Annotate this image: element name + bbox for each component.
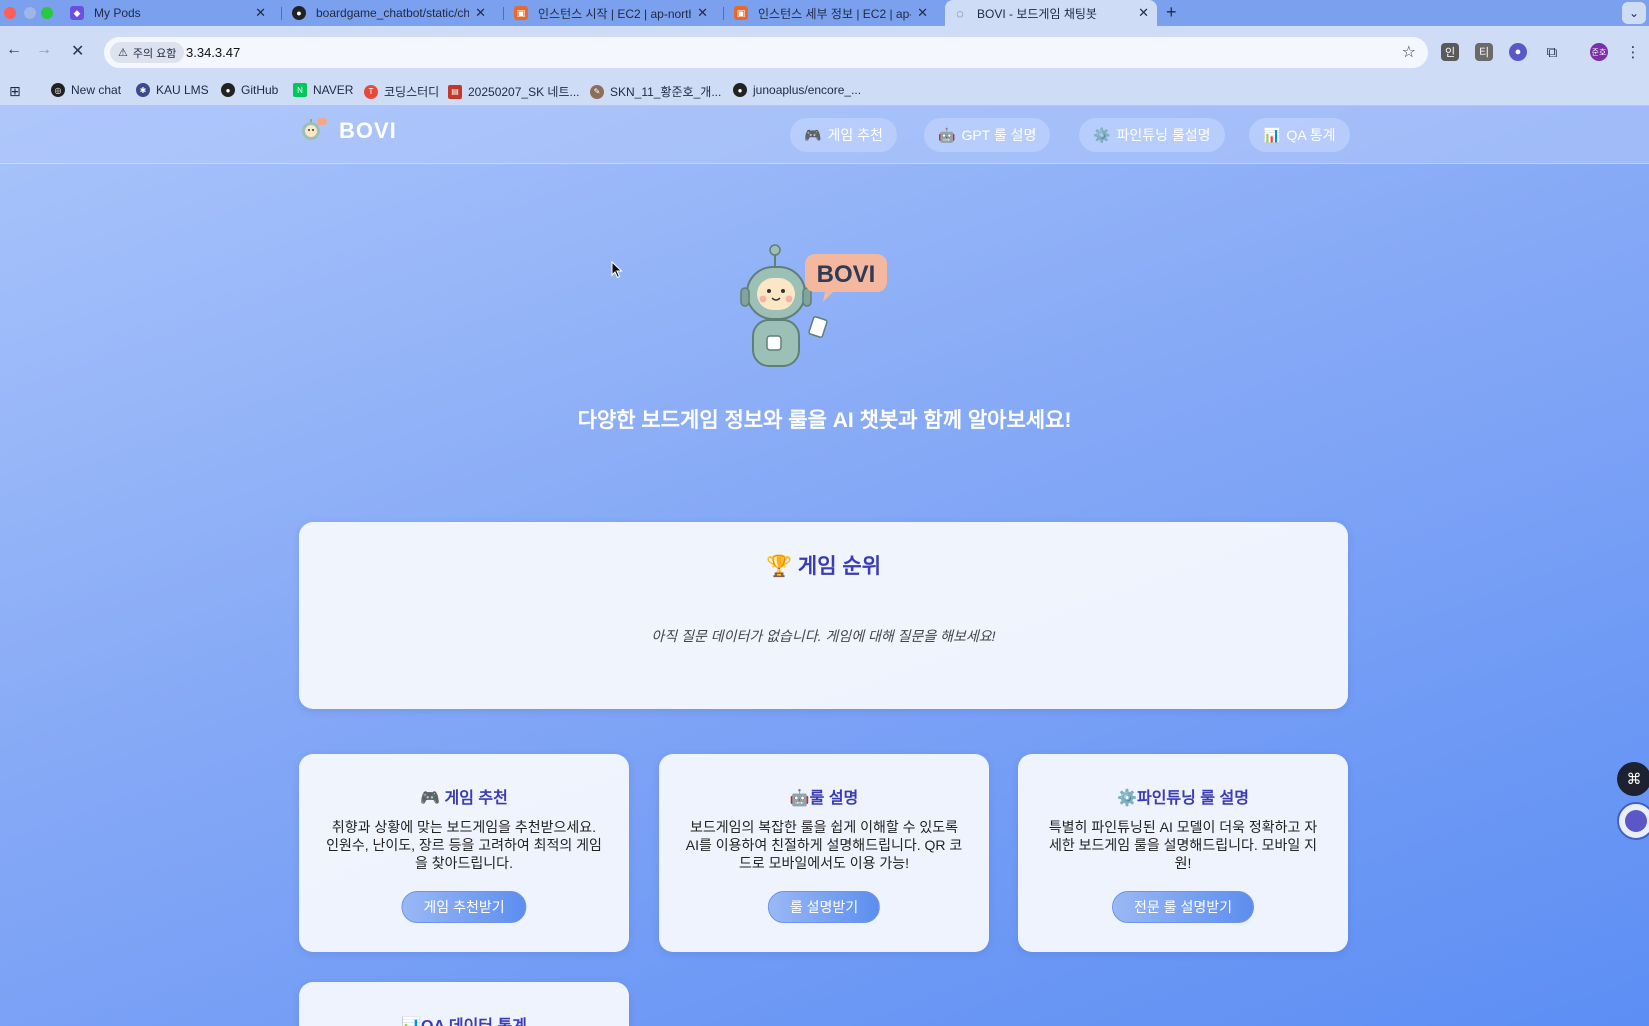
feature-description: 보드게임의 복잡한 룰을 쉽게 이해할 수 있도록 AI를 이용하여 친절하게 … bbox=[685, 819, 963, 871]
aws-icon: ▣ bbox=[514, 6, 528, 20]
nav-gpt-rules[interactable]: 🤖 GPT 룰 설명 bbox=[924, 118, 1051, 152]
address-bar[interactable]: ⚠ 주의 요함 3.34.3.47 ☆ bbox=[104, 37, 1428, 68]
close-window-button[interactable] bbox=[4, 7, 16, 19]
nav-qa-stats[interactable]: 📊 QA 통계 bbox=[1249, 118, 1350, 152]
feature-title: 🎮 게임 추천 bbox=[420, 790, 508, 807]
study-icon: T bbox=[364, 84, 378, 99]
assistant-chat-icon[interactable] bbox=[1617, 802, 1649, 840]
bookmark-item[interactable]: ✱ KAU LMS bbox=[136, 83, 209, 97]
feature-title: ⚙️파인튜닝 룰 설명 bbox=[1117, 790, 1249, 807]
svg-text:BOVI: BOVI bbox=[817, 261, 876, 288]
feature-card-finetuned: ⚙️파인튜닝 룰 설명 특별히 파인튜닝된 AI 모델이 더욱 정확하고 자세한… bbox=[1018, 754, 1348, 952]
browser-tab[interactable]: ▣ 인스턴스 시작 | EC2 | ap-northe ✕ bbox=[506, 0, 716, 26]
brand-name: BOVI bbox=[339, 118, 397, 143]
feature-card-recommend: 🎮 게임 추천 취향과 상황에 맞는 보드게임을 추천받으세요. 인원수, 난이… bbox=[299, 754, 629, 952]
extensions-puzzle-icon[interactable]: ⧉ bbox=[1543, 43, 1561, 61]
menu-kebab-icon[interactable]: ⋮ bbox=[1624, 43, 1642, 61]
security-label: 주의 요함 bbox=[132, 47, 177, 60]
robot-icon: 🤖 bbox=[938, 126, 956, 143]
nav-game-recommend[interactable]: 🎮 게임 추천 bbox=[790, 118, 897, 152]
mouse-cursor-icon bbox=[611, 261, 623, 279]
security-warning-chip[interactable]: ⚠ 주의 요함 bbox=[110, 42, 185, 63]
browser-tab[interactable]: ● boardgame_chatbot/static/ch ✕ bbox=[284, 0, 494, 26]
feature-description: 특별히 파인튜닝된 AI 모델이 더욱 정확하고 자세한 보드게임 룰을 설명해… bbox=[1048, 819, 1318, 871]
bovi-mascot-illustration: BOVI bbox=[740, 244, 887, 367]
tab-title: BOVI - 보드게임 채팅봇 bbox=[977, 6, 1097, 21]
close-tab-icon[interactable]: ✕ bbox=[475, 5, 486, 21]
ranking-title: 🏆 게임 순위 bbox=[765, 555, 882, 578]
bookmark-item[interactable]: ● junoaplus/encore_... bbox=[733, 83, 861, 97]
assistant-extension-icon[interactable]: ● bbox=[1509, 43, 1527, 61]
bookmarks-bar: ⊞ ◎ New chat ✱ KAU LMS ● GitHub N NAVER … bbox=[0, 78, 1649, 106]
cube-icon: ◆ bbox=[70, 6, 84, 20]
bookmark-star-icon[interactable]: ☆ bbox=[1402, 42, 1416, 62]
qa-card-title: 📊QA 데이터 통계 bbox=[299, 1012, 629, 1026]
stop-loading-icon[interactable]: ✕ bbox=[71, 41, 84, 61]
maximize-window-button[interactable] bbox=[41, 7, 53, 19]
bookmark-item[interactable]: ● GitHub bbox=[221, 83, 278, 97]
browser-tab-bar: ◆ My Pods ✕ ● boardgame_chatbot/static/c… bbox=[0, 0, 1649, 26]
naver-icon: N bbox=[293, 83, 307, 97]
notion-icon: ✎ bbox=[590, 84, 604, 99]
page-viewport: BOVI 🎮 게임 추천 🤖 GPT 룰 설명 ⚙️ 파인튜닝 룰설명 📊 QA… bbox=[0, 106, 1649, 1026]
browser-tab[interactable]: ▣ 인스턴스 세부 정보 | EC2 | ap-no ✕ bbox=[726, 0, 936, 26]
feature-card-rules: 🤖룰 설명 보드게임의 복잡한 룰을 쉽게 이해할 수 있도록 AI를 이용하여… bbox=[659, 754, 989, 952]
bookmark-item[interactable]: T 코딩스터디 bbox=[364, 83, 439, 100]
tab-search-icon[interactable]: ⌄ bbox=[1622, 2, 1646, 24]
close-tab-icon[interactable]: ✕ bbox=[697, 5, 708, 21]
close-tab-icon[interactable]: ✕ bbox=[1138, 5, 1149, 21]
get-expert-rules-button[interactable]: 전문 룰 설명받기 bbox=[1112, 891, 1254, 923]
feature-title: 🤖룰 설명 bbox=[789, 790, 859, 807]
tab-title: My Pods bbox=[94, 6, 141, 20]
profile-avatar[interactable]: 준호 bbox=[1590, 43, 1608, 61]
back-arrow-icon[interactable]: ← bbox=[6, 41, 22, 59]
site-header: BOVI 🎮 게임 추천 🤖 GPT 룰 설명 ⚙️ 파인튜닝 룰설명 📊 QA… bbox=[0, 106, 1649, 164]
bookmark-item[interactable]: ✎ SKN_11_황준호_개... bbox=[590, 83, 721, 100]
qa-stats-card: 📊QA 데이터 통계 bbox=[299, 982, 629, 1026]
extension-icon[interactable]: 인 bbox=[1441, 43, 1459, 61]
gear-icon: ⚙️ bbox=[1093, 126, 1111, 143]
openai-icon: ◎ bbox=[51, 83, 65, 97]
robot-logo-icon bbox=[302, 118, 327, 140]
apps-grid-icon[interactable]: ⊞ bbox=[9, 83, 21, 100]
bookmark-item[interactable]: ◎ New chat bbox=[51, 83, 121, 97]
forward-arrow-icon[interactable]: → bbox=[36, 41, 52, 59]
browser-tab-active[interactable]: ◌ BOVI - 보드게임 채팅봇 ✕ bbox=[945, 0, 1157, 26]
get-recommendation-button[interactable]: 게임 추천받기 bbox=[401, 891, 527, 923]
bookmark-item[interactable]: N NAVER bbox=[293, 83, 353, 97]
close-tab-icon[interactable]: ✕ bbox=[917, 5, 928, 21]
browser-tab[interactable]: ◆ My Pods ✕ bbox=[62, 0, 274, 26]
tab-title: boardgame_chatbot/static/ch bbox=[316, 6, 470, 20]
shortcut-menu-icon[interactable]: ⌘ bbox=[1617, 762, 1649, 796]
get-rules-button[interactable]: 룰 설명받기 bbox=[767, 891, 881, 923]
loading-icon: ◌ bbox=[956, 5, 964, 21]
hero-tagline: 다양한 보드게임 정보와 룰을 AI 챗봇과 함께 알아보세요! bbox=[577, 409, 1072, 432]
browser-toolbar: ← → ✕ ⚠ 주의 요함 3.34.3.47 ☆ 인 티 ● ⧉ 준호 ⋮ bbox=[0, 26, 1649, 78]
github-icon: ● bbox=[733, 83, 747, 97]
extension-icon[interactable]: 티 bbox=[1475, 43, 1493, 61]
doc-icon: ▤ bbox=[448, 84, 462, 99]
kau-icon: ✱ bbox=[136, 83, 150, 97]
bookmark-item[interactable]: ▤ 20250207_SK 네트... bbox=[448, 83, 580, 100]
github-icon: ● bbox=[292, 6, 306, 20]
github-icon: ● bbox=[221, 83, 235, 97]
warning-icon: ⚠ bbox=[118, 47, 128, 59]
ranking-empty-message: 아직 질문 데이터가 없습니다. 게임에 대해 질문을 해보세요! bbox=[651, 628, 996, 644]
tab-title: 인스턴스 시작 | EC2 | ap-northe bbox=[538, 6, 692, 21]
brand-home-link[interactable]: BOVI bbox=[299, 116, 397, 146]
tab-title: 인스턴스 세부 정보 | EC2 | ap-no bbox=[758, 6, 912, 21]
aws-icon: ▣ bbox=[734, 6, 748, 20]
bar-chart-icon: 📊 bbox=[1263, 126, 1281, 143]
nav-finetuned-rules[interactable]: ⚙️ 파인튜닝 룰설명 bbox=[1079, 118, 1225, 152]
gamepad-icon: 🎮 bbox=[804, 126, 822, 143]
minimize-window-button[interactable] bbox=[24, 7, 36, 19]
game-ranking-card: 🏆 게임 순위 아직 질문 데이터가 없습니다. 게임에 대해 질문을 해보세요… bbox=[299, 522, 1348, 709]
url-text[interactable]: 3.34.3.47 bbox=[186, 45, 240, 60]
close-tab-icon[interactable]: ✕ bbox=[255, 5, 266, 21]
new-tab-button[interactable]: + bbox=[1166, 2, 1177, 23]
feature-description: 취향과 상황에 맞는 보드게임을 추천받으세요. 인원수, 난이도, 장르 등을… bbox=[326, 819, 602, 871]
